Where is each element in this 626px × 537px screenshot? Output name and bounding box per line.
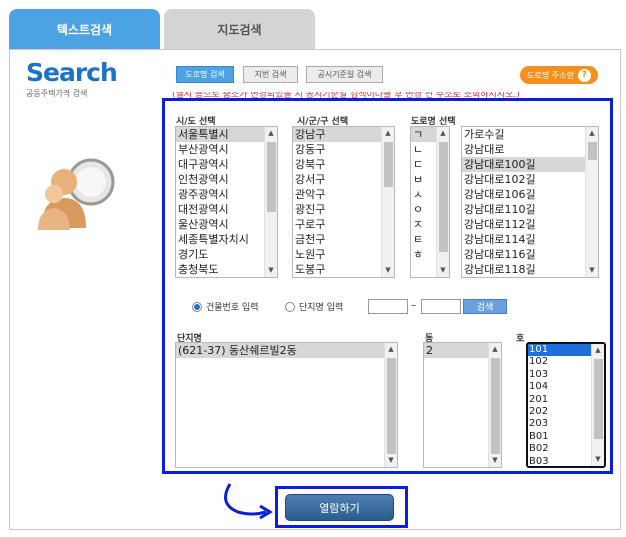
- complex-listbox[interactable]: (621-37) 동산쉐르빌2동 ▲ ▼: [175, 342, 398, 468]
- sigungu-option[interactable]: 도봉구: [293, 262, 394, 277]
- sigungu-option[interactable]: 강동구: [293, 142, 394, 157]
- road-option[interactable]: 강남대로102길: [462, 172, 598, 187]
- radio-complex-name-label: 단지명 입력: [299, 303, 344, 313]
- sigungu-scrollbar[interactable]: ▲ ▼: [381, 127, 394, 277]
- sigungu-option[interactable]: 강서구: [293, 172, 394, 187]
- search-logo: Search: [26, 58, 118, 87]
- radio-building-number-dot[interactable]: [192, 301, 202, 312]
- dong-scrollbar[interactable]: ▲ ▼: [488, 343, 501, 467]
- sido-option[interactable]: 세종특별자치시: [176, 232, 277, 247]
- view-button[interactable]: 열람하기: [285, 494, 394, 521]
- search-logo-subtitle: 공동주택가격 검색: [26, 89, 88, 98]
- road-option[interactable]: 강남대로114길: [462, 232, 598, 247]
- curved-arrow-icon: [224, 483, 273, 520]
- sido-option[interactable]: 서울특별시: [176, 127, 277, 142]
- sigungu-option[interactable]: 광진구: [293, 202, 394, 217]
- question-icon: ?: [577, 68, 591, 82]
- input-separator: –: [411, 300, 416, 311]
- sigungu-option[interactable]: 구로구: [293, 217, 394, 232]
- sigungu-option[interactable]: 강북구: [293, 157, 394, 172]
- road-name-search-button[interactable]: 도로명 검색: [176, 66, 234, 83]
- lot-number-search-button[interactable]: 지번 검색: [243, 66, 298, 83]
- sigungu-option[interactable]: 관악구: [293, 187, 394, 202]
- road-option[interactable]: 강남대로118길: [462, 262, 598, 277]
- sido-option[interactable]: 인천광역시: [176, 172, 277, 187]
- road-listbox[interactable]: 가로수길 강남대로 강남대로100길 강남대로102길 강남대로106길 강남대로110길…: [461, 126, 599, 278]
- ho-header: 호: [516, 334, 525, 344]
- road-option[interactable]: 강남대로116길: [462, 247, 598, 262]
- road-scrollbar[interactable]: ▲ ▼: [585, 127, 598, 277]
- sigungu-option[interactable]: 금천구: [293, 232, 394, 247]
- road-option[interactable]: 강남대로110길: [462, 202, 598, 217]
- sigungu-option[interactable]: 강남구: [293, 127, 394, 142]
- radio-complex-name[interactable]: 단지명 입력: [285, 300, 343, 313]
- radio-building-number[interactable]: 건물번호 입력: [192, 300, 259, 313]
- tab-text-search[interactable]: 텍스트검색: [9, 9, 160, 49]
- user-magnifier-icon: [38, 158, 115, 230]
- radio-complex-name-dot[interactable]: [285, 301, 295, 312]
- road-address-help-label: 도로명 주소란: [527, 70, 574, 80]
- sido-scrollbar[interactable]: ▲ ▼: [264, 127, 277, 277]
- sido-option[interactable]: 광주광역시: [176, 187, 277, 202]
- sido-option[interactable]: 대전광역시: [176, 202, 277, 217]
- sido-option[interactable]: 부산광역시: [176, 142, 277, 157]
- ho-listbox[interactable]: 101 102 103 104 201 202 203 B01 B02 B03 ▲ ▼: [526, 342, 606, 468]
- initial-consonant-listbox[interactable]: ㄱㄴㄷㅂㅅㅇㅈㅌㅎ ▲ ▼: [410, 126, 450, 278]
- road-option[interactable]: 강남대로100길: [462, 157, 598, 172]
- sido-option[interactable]: 충청북도: [176, 262, 277, 277]
- building-number-sub-input[interactable]: [421, 299, 461, 314]
- road-option[interactable]: 강남대로112길: [462, 217, 598, 232]
- road-option[interactable]: 강남대로: [462, 142, 598, 157]
- sido-option[interactable]: 경기도: [176, 247, 277, 262]
- dong-listbox[interactable]: 2 ▲ ▼: [423, 342, 502, 468]
- road-option[interactable]: 가로수길: [462, 127, 598, 142]
- complex-scrollbar[interactable]: ▲ ▼: [384, 343, 397, 467]
- radio-building-number-label: 건물번호 입력: [206, 303, 259, 313]
- sido-listbox[interactable]: 서울특별시 부산광역시 대구광역시 인천광역시 광주광역시 대전광역시 울산광역시 세종특별자…: [175, 126, 278, 278]
- tab-map-search[interactable]: 지도검색: [164, 9, 315, 49]
- road-address-help-button[interactable]: 도로명 주소란 ?: [520, 66, 598, 84]
- initial-scrollbar[interactable]: ▲ ▼: [436, 127, 449, 277]
- search-button[interactable]: 검색: [463, 299, 507, 314]
- sigungu-listbox[interactable]: 강남구 강동구 강북구 강서구 관악구 광진구 구로구 금천구 노원구 도봉구 ▲ ▼: [292, 126, 395, 278]
- sigungu-option[interactable]: 노원구: [293, 247, 394, 262]
- notice-date-search-button[interactable]: 공시기준일 검색: [306, 66, 383, 83]
- sido-option[interactable]: 울산광역시: [176, 217, 277, 232]
- sido-option[interactable]: 대구광역시: [176, 157, 277, 172]
- ho-scrollbar[interactable]: ▲ ▼: [591, 344, 604, 466]
- road-option[interactable]: 강남대로106길: [462, 187, 598, 202]
- building-number-main-input[interactable]: [368, 299, 408, 314]
- complex-option[interactable]: (621-37) 동산쉐르빌2동: [176, 343, 397, 358]
